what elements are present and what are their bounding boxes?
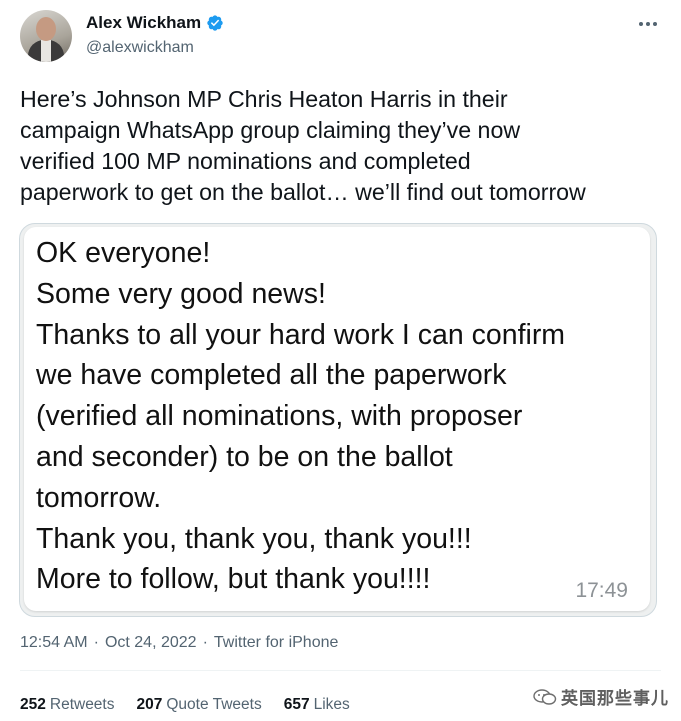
likes-stat[interactable]: 657 Likes — [284, 696, 350, 714]
message-timestamp: 17:49 — [575, 579, 628, 602]
quote-tweets-label: Quote Tweets — [166, 696, 262, 713]
retweets-label: Retweets — [49, 696, 115, 713]
author-handle[interactable]: @alexwickham — [86, 39, 194, 57]
meta-separator: · — [202, 634, 208, 651]
message-line: Some very good news! — [36, 277, 326, 310]
message-line: and seconder) to be on the ballot — [36, 440, 453, 473]
retweets-stat[interactable]: 252 Retweets — [20, 696, 115, 714]
whatsapp-message-bubble: OK everyone! Some very good news! Thanks… — [24, 227, 650, 611]
message-line: Thanks to all your hard work I can confi… — [36, 318, 566, 351]
message-line: (verified all nominations, with proposer — [36, 400, 523, 433]
tweet-time[interactable]: 12:54 AM — [20, 634, 88, 652]
quote-tweets-stat[interactable]: 207 Quote Tweets — [137, 696, 262, 714]
likes-label: Likes — [313, 696, 350, 713]
tweet-date[interactable]: Oct 24, 2022 — [105, 634, 197, 652]
tweet-source[interactable]: Twitter for iPhone — [214, 634, 339, 652]
avatar[interactable] — [20, 10, 72, 62]
tweet-meta: 12:54 AM · Oct 24, 2022 · Twitter for iP… — [20, 634, 338, 652]
tweet-header: Alex Wickham @alexwickham — [20, 10, 660, 70]
tweet-text-line: verified 100 MP nominations and complete… — [20, 148, 471, 174]
author-name[interactable]: Alex Wickham — [86, 13, 201, 33]
message-line: we have completed all the paperwork — [36, 359, 507, 392]
watermark: 英国那些事儿 — [533, 684, 669, 709]
tweet-text-line: campaign WhatsApp group claiming they’ve… — [20, 117, 521, 143]
divider — [20, 670, 661, 671]
more-options-icon[interactable] — [636, 14, 660, 34]
retweets-count: 252 — [20, 696, 46, 713]
author-name-row[interactable]: Alex Wickham — [86, 13, 224, 33]
message-line: More to follow, but thank you!!!! — [36, 563, 431, 596]
tweet-text-line: paperwork to get on the ballot… we’ll fi… — [20, 179, 586, 205]
tweet-stats: 252 Retweets 207 Quote Tweets 657 Likes — [20, 696, 350, 714]
message-line: OK everyone! — [36, 237, 211, 269]
message-line: Thank you, thank you, thank you!!! — [36, 522, 472, 555]
quote-tweets-count: 207 — [136, 696, 163, 713]
attached-screenshot[interactable]: OK everyone! Some very good news! Thanks… — [19, 223, 657, 617]
likes-count: 657 — [283, 696, 310, 713]
tweet-text: Here’s Johnson MP Chris Heaton Harris in… — [20, 84, 665, 208]
message-text: OK everyone! Some very good news! Thanks… — [36, 233, 646, 600]
wechat-icon — [533, 688, 557, 705]
watermark-text: 英国那些事儿 — [561, 689, 669, 708]
meta-separator: · — [93, 634, 99, 651]
verified-badge-icon — [207, 15, 223, 31]
message-line: tomorrow. — [36, 481, 162, 514]
tweet-text-line: Here’s Johnson MP Chris Heaton Harris in… — [20, 86, 508, 112]
